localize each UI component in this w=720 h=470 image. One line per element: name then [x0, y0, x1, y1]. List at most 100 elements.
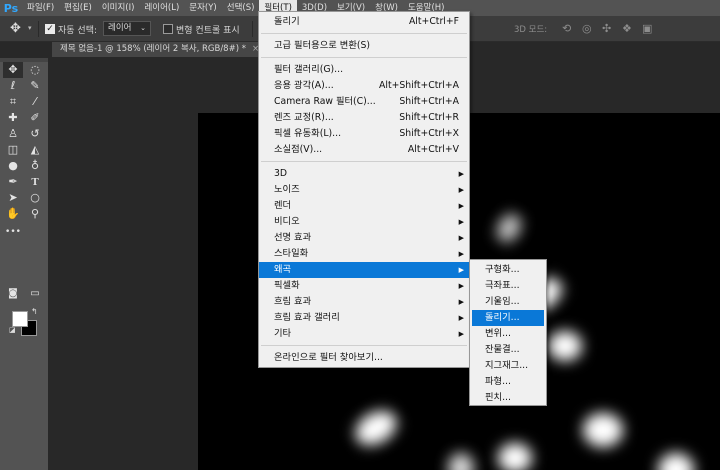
3d-slide-icon[interactable]: ❖	[622, 22, 632, 35]
tool-preset-dropdown-icon[interactable]: ▾	[28, 24, 32, 32]
3d-scale-icon[interactable]: ▣	[642, 22, 652, 35]
edit-toolbar-icon[interactable]: •••	[3, 224, 23, 240]
filter-menu-item[interactable]: 스타일화 ▶	[259, 246, 469, 262]
filter-menu-item[interactable]: 응용 광각(A)... Alt+Shift+Ctrl+A	[259, 78, 469, 94]
filter-menu-item[interactable]: 픽셀 유동화(L)... Shift+Ctrl+X	[259, 126, 469, 142]
swap-colors-icon[interactable]: ↰	[31, 307, 38, 316]
shortcut-label: Alt+Shift+Ctrl+A	[379, 80, 459, 91]
submenu-arrow-icon: ▶	[458, 234, 464, 242]
filter-menu-item[interactable]: 흐림 효과 갤러리 ▶	[259, 310, 469, 326]
3d-mode-label: 3D 모드:	[514, 25, 548, 35]
menu-item[interactable]: 레이어(L)	[139, 0, 184, 16]
menu-item[interactable]: 선택(S)	[222, 0, 260, 16]
filter-menu-item[interactable]: 노이즈 ▶	[259, 182, 469, 198]
filter-menu-item[interactable]: 비디오 ▶	[259, 214, 469, 230]
distort-submenu-item[interactable]: 핀치...	[472, 390, 544, 406]
submenu-arrow-icon: ▶	[458, 170, 464, 178]
lasso-tool-icon[interactable]: ℓ	[3, 78, 23, 94]
path-selection-tool-icon[interactable]: ➤	[3, 190, 23, 206]
photoshop-logo: Ps	[3, 1, 19, 15]
filter-menu-item[interactable]: 온라인으로 필터 찾아보기...	[259, 350, 469, 366]
filter-menu-item-label: 고급 필터용으로 변환(S)	[274, 40, 371, 51]
distort-submenu-item[interactable]: 구형화...	[472, 262, 544, 278]
canvas-light-blob	[583, 413, 623, 447]
marquee-tool-icon[interactable]: ◌	[25, 62, 45, 78]
brush-tool-icon[interactable]: ✐	[25, 110, 45, 126]
zoom-tool-icon[interactable]: ⚲	[25, 206, 45, 222]
filter-menu-item[interactable]: 소실점(V)... Alt+Ctrl+V	[259, 142, 469, 158]
paint-bucket-tool-icon[interactable]: ◭	[25, 142, 45, 158]
filter-menu-item-label: 돌리기	[274, 16, 300, 27]
divider	[252, 21, 253, 37]
filter-menu-item[interactable]: 픽셀화 ▶	[259, 278, 469, 294]
distort-submenu-item[interactable]: 돌리기...	[472, 310, 544, 326]
screen-mode-icon[interactable]: ▭	[25, 286, 45, 302]
filter-menu-item-label: 흐림 효과	[274, 296, 312, 307]
filter-menu-item[interactable]: 흐림 효과 ▶	[259, 294, 469, 310]
filter-menu-item-label: 기타	[274, 328, 292, 339]
type-tool-icon[interactable]: T	[25, 174, 45, 190]
distort-submenu-item[interactable]: 극좌표...	[472, 278, 544, 294]
default-colors-icon[interactable]: ◪	[9, 326, 16, 334]
filter-menu-item-label: 온라인으로 필터 찾아보기...	[274, 352, 383, 363]
menu-item[interactable]: 이미지(I)	[97, 0, 140, 16]
document-tab[interactable]: 제목 없음-1 @ 158% (레이어 2 복사, RGB/8#) * ×	[52, 42, 268, 57]
filter-menu-item-label: 픽셀 유동화(L)...	[274, 128, 342, 139]
crop-tool-icon[interactable]: ⌗	[3, 94, 23, 110]
filter-menu-item-label: 필터 갤러리(G)...	[274, 64, 344, 75]
distort-submenu-item[interactable]: 변위...	[472, 326, 544, 342]
shortcut-label: Alt+Ctrl+V	[407, 144, 459, 155]
menu-item[interactable]: 문자(Y)	[184, 0, 221, 16]
clone-stamp-tool-icon[interactable]: ♙	[3, 126, 23, 142]
blur-tool-icon[interactable]: ●	[3, 158, 23, 174]
pen-tool-icon[interactable]: ✒	[3, 174, 23, 190]
filter-menu-item[interactable]: 필터 갤러리(G)...	[259, 62, 469, 78]
hand-tool-icon[interactable]: ✋	[3, 206, 23, 222]
filter-menu-item-label: 노이즈	[274, 184, 300, 195]
quick-mask-icon[interactable]: ◙	[3, 286, 23, 302]
filter-menu-item-label: 스타일화	[274, 248, 309, 259]
submenu-arrow-icon: ▶	[458, 314, 464, 322]
move-tool-icon[interactable]: ✥	[10, 21, 21, 36]
distort-submenu-item[interactable]: 지그재그...	[472, 358, 544, 374]
filter-menu-item[interactable]: 고급 필터용으로 변환(S)	[259, 38, 469, 54]
eyedropper-tool-icon[interactable]: ⁄	[25, 94, 45, 110]
filter-menu-item[interactable]: 선명 효과 ▶	[259, 230, 469, 246]
menu-item[interactable]: 파일(F)	[22, 0, 59, 16]
ellipse-tool-icon[interactable]: ○	[25, 190, 45, 206]
auto-select-target-value: 레이어	[108, 23, 132, 33]
menu-separator	[261, 345, 467, 346]
history-brush-tool-icon[interactable]: ↺	[25, 126, 45, 142]
quick-select-tool-icon[interactable]: ✎	[25, 78, 45, 94]
auto-select-checkbox[interactable]: ✓	[45, 24, 55, 34]
healing-brush-tool-icon[interactable]: ✚	[3, 110, 23, 126]
filter-menu-item-label: 비디오	[274, 216, 300, 227]
3d-pan-icon[interactable]: ✣	[602, 22, 611, 35]
filter-menu-item[interactable]: 돌리기 Alt+Ctrl+F	[259, 14, 469, 30]
canvas-light-blob	[548, 331, 582, 361]
distort-submenu-item[interactable]: 잔물결...	[472, 342, 544, 358]
menu-item[interactable]: 편집(E)	[59, 0, 97, 16]
canvas-light-blob	[491, 209, 527, 247]
submenu-arrow-icon: ▶	[458, 202, 464, 210]
3d-roll-icon[interactable]: ◎	[582, 22, 592, 35]
dodge-tool-icon[interactable]: ♁	[25, 158, 45, 174]
transform-controls-checkbox[interactable]	[163, 24, 173, 34]
filter-menu-item-label: 소실점(V)...	[274, 144, 323, 155]
filter-menu-item[interactable]: 3D ▶	[259, 166, 469, 182]
filter-menu-item[interactable]: 왜곡 ▶	[259, 262, 469, 278]
distort-submenu-item[interactable]: 파형...	[472, 374, 544, 390]
filter-menu-item[interactable]: 기타 ▶	[259, 326, 469, 342]
canvas-light-blob	[448, 453, 474, 470]
filter-menu-item[interactable]: 렌즈 교정(R)... Shift+Ctrl+R	[259, 110, 469, 126]
auto-select-target-dropdown[interactable]: 레이어 ⌄	[103, 21, 151, 36]
menu-separator	[261, 57, 467, 58]
document-tab-title: 제목 없음-1 @ 158% (레이어 2 복사, RGB/8#) *	[60, 44, 246, 54]
3d-orbit-icon[interactable]: ⟲	[562, 22, 571, 35]
eraser-tool-icon[interactable]: ◫	[3, 142, 23, 158]
filter-menu-item[interactable]: 렌더 ▶	[259, 198, 469, 214]
filter-menu-item[interactable]: Camera Raw 필터(C)... Shift+Ctrl+A	[259, 94, 469, 110]
distort-submenu-item[interactable]: 기울임...	[472, 294, 544, 310]
move-tool-icon[interactable]: ✥	[3, 62, 23, 78]
foreground-color-swatch[interactable]	[12, 311, 28, 327]
